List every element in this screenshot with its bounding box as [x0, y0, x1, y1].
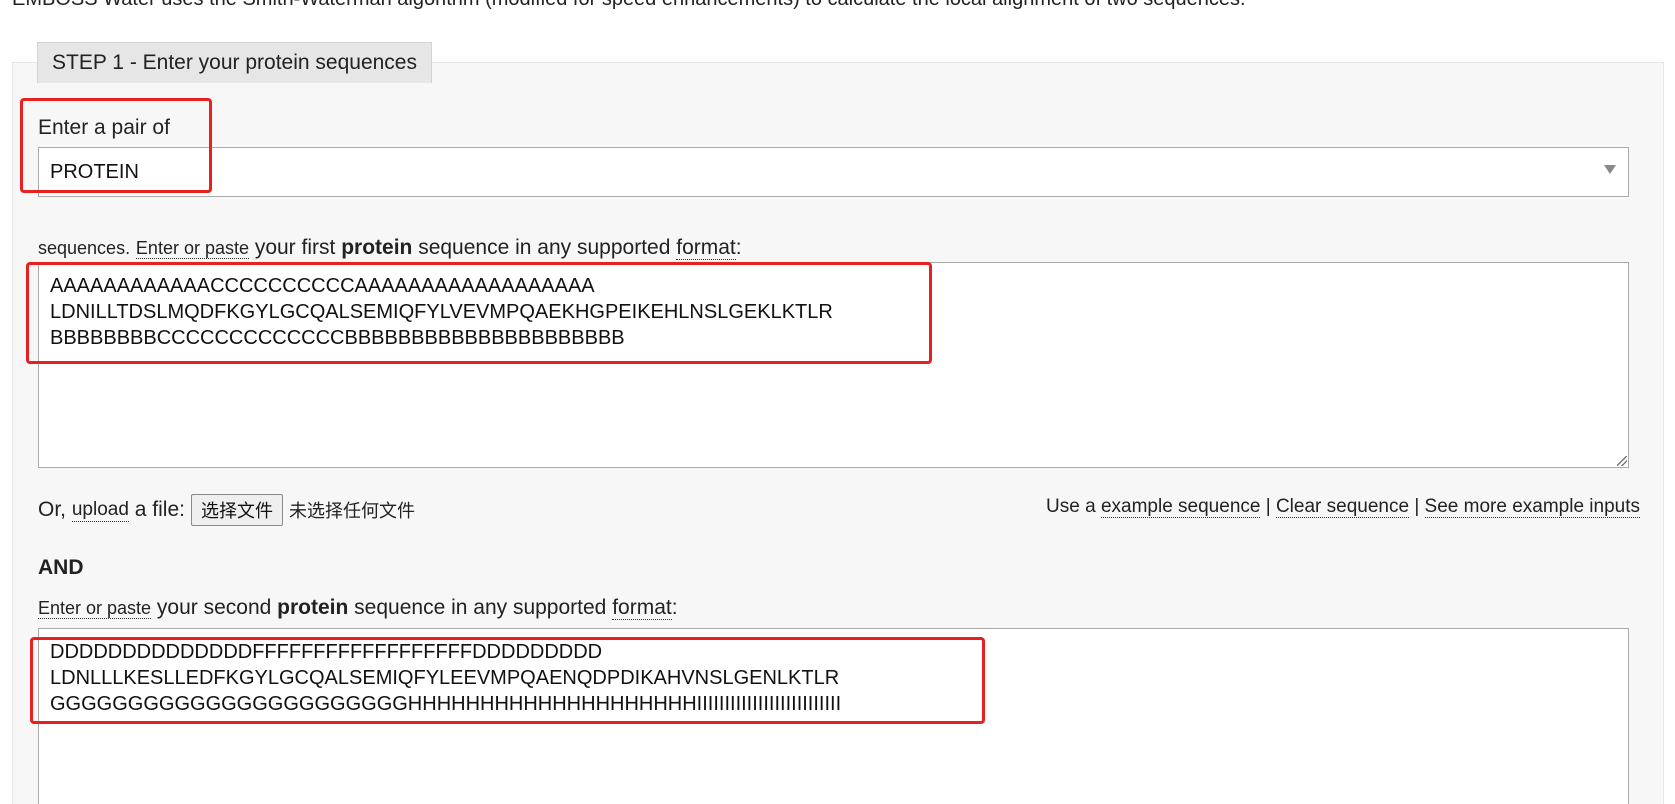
and-heading: AND: [38, 556, 84, 579]
upload-or: Or,: [38, 498, 67, 521]
resize-handle-icon[interactable]: [1617, 456, 1627, 466]
links-sep-1: |: [1265, 496, 1271, 517]
sequence1-textarea[interactable]: AAAAAAAAAAAACCCCCCCCCCAAAAAAAAAAAAAAAAAA…: [38, 262, 1629, 468]
file-status: 未选择任何文件: [288, 501, 415, 522]
example-links: Use a example sequence | Clear sequence …: [1046, 496, 1640, 518]
seq2-label-bold: protein: [277, 596, 349, 619]
format-link-2[interactable]: format: [612, 596, 672, 620]
seq1-label-middle1: your first: [254, 236, 336, 259]
sequence-type-select[interactable]: PROTEIN: [38, 147, 1629, 197]
chevron-down-icon: [1604, 165, 1616, 174]
format-link-1[interactable]: format: [676, 236, 736, 260]
links-sep-2: |: [1414, 496, 1420, 517]
sequence2-textarea[interactable]: DDDDDDDDDDDDDDFFFFFFFFFFFFFFFFFFDDDDDDDD…: [38, 628, 1629, 804]
step1-tab: STEP 1 - Enter your protein sequences: [37, 42, 432, 83]
seq2-label-middle1: your second: [156, 596, 272, 619]
intro-text: EMBOSS Water uses the Smith-Waterman alg…: [12, 0, 1246, 11]
use-a-text: Use a: [1046, 496, 1096, 517]
clear-sequence-link[interactable]: Clear sequence: [1275, 496, 1410, 518]
choose-file-button[interactable]: 选择文件: [190, 494, 283, 526]
upload-row: Or, upload a file: 选择文件 未选择任何文件: [38, 494, 415, 526]
seq1-label-suffix: :: [735, 236, 742, 259]
pair-label: Enter a pair of: [38, 116, 170, 139]
seq2-label-middle2: sequence in any supported: [354, 596, 607, 619]
seq1-label-bold: protein: [341, 236, 413, 259]
upload-link[interactable]: upload: [71, 499, 129, 522]
enter-or-paste-link-2[interactable]: Enter or paste: [38, 598, 152, 619]
page: EMBOSS Water uses the Smith-Waterman alg…: [0, 0, 1675, 804]
seq2-label: Enter or paste your second protein seque…: [38, 596, 678, 620]
seq1-label-prefix: sequences.: [38, 238, 131, 258]
example-sequence-link[interactable]: example sequence: [1100, 496, 1261, 518]
enter-or-paste-link-1[interactable]: Enter or paste: [135, 238, 249, 259]
seq1-label-middle2: sequence in any supported: [418, 236, 671, 259]
select-value: PROTEIN: [50, 161, 139, 183]
see-more-examples-link[interactable]: See more example inputs: [1424, 496, 1640, 518]
seq2-label-suffix: :: [671, 596, 678, 619]
seq1-label: sequences. Enter or paste your first pro…: [38, 236, 742, 260]
upload-a-file: a file:: [134, 498, 185, 521]
